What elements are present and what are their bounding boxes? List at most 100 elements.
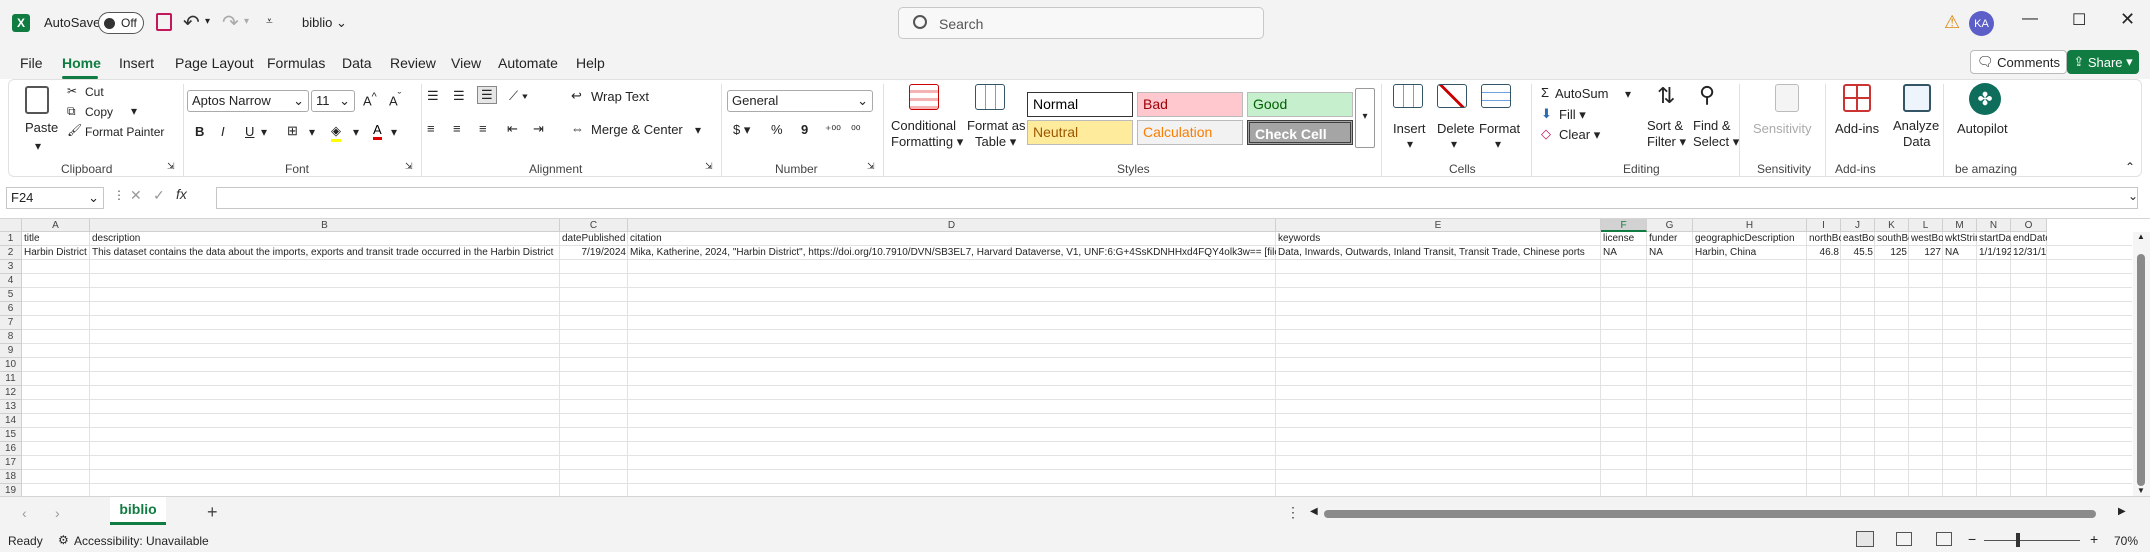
sheet-tab-biblio[interactable]: biblio (110, 497, 166, 525)
currency-icon[interactable]: $ ▾ (733, 122, 750, 138)
collapse-ribbon-icon[interactable]: ⌃ (2125, 160, 2135, 174)
column-header-e[interactable]: E (1276, 219, 1601, 232)
delete-cells-button[interactable]: Delete (1437, 121, 1475, 136)
tab-review[interactable]: Review (390, 55, 436, 71)
sort-filter-label-1[interactable]: Sort & (1647, 118, 1683, 133)
style-neutral[interactable]: Neutral (1027, 120, 1133, 145)
header-cell-e[interactable]: keywords (1276, 232, 1601, 245)
add-ins-icon[interactable] (1843, 84, 1871, 112)
data-cell-d[interactable]: Mika, Katherine, 2024, "Harbin District"… (628, 246, 1276, 259)
format-as-table-label-2[interactable]: Table ▾ (975, 134, 1016, 150)
name-box[interactable]: F24 ⌄ (6, 187, 104, 209)
insert-cells-icon[interactable] (1393, 84, 1423, 108)
redo-dropdown-icon[interactable]: ▾ (244, 16, 249, 27)
header-cell-f[interactable]: license (1601, 232, 1647, 245)
more-icon[interactable]: ⋮ (113, 188, 125, 202)
borders-dropdown-icon[interactable]: ▾ (309, 125, 315, 139)
header-cell-a[interactable]: title (22, 232, 90, 245)
style-bad[interactable]: Bad (1137, 92, 1243, 117)
column-header-o[interactable]: O (2011, 219, 2047, 232)
format-as-table-icon[interactable] (975, 84, 1005, 110)
header-cell-b[interactable]: description (90, 232, 560, 245)
comments-button[interactable]: 🗨 Comments (1970, 50, 2067, 74)
format-cells-button[interactable]: Format (1479, 121, 1520, 136)
expand-formula-bar-icon[interactable]: ⌄ (2128, 189, 2138, 203)
undo-dropdown-icon[interactable]: ▾ (205, 16, 210, 27)
header-cell-d[interactable]: citation (628, 232, 1276, 245)
row-header-10[interactable]: 10 (0, 358, 22, 372)
document-title[interactable]: biblio ⌄ (302, 15, 347, 31)
delete-cells-icon[interactable] (1437, 84, 1467, 108)
data-cell-n[interactable]: 1/1/1922 (1977, 246, 2011, 259)
horizontal-scroll-thumb[interactable] (1324, 510, 2096, 518)
formula-input[interactable] (216, 187, 2138, 209)
fill-color-icon[interactable]: ◈ (331, 123, 341, 142)
insert-cells-button[interactable]: Insert (1393, 121, 1426, 136)
increase-decimal-icon[interactable]: ⁺⁰⁰ (825, 123, 841, 137)
data-cell-k[interactable]: 125 (1875, 246, 1909, 259)
next-sheet-icon[interactable]: › (55, 505, 60, 521)
spreadsheet-grid[interactable]: ABCDEFGHIJKLMNO 1 2 3 4 5 6 7 8 9 10 11 12 13 14 15 16 1… (0, 219, 2150, 496)
data-cell-j[interactable]: 45.5 (1841, 246, 1875, 259)
tab-home[interactable]: Home (62, 55, 101, 71)
wrap-text-button[interactable]: Wrap Text (591, 89, 649, 104)
row-header-6[interactable]: 6 (0, 302, 22, 316)
row-header-13[interactable]: 13 (0, 400, 22, 414)
orientation-icon[interactable]: ⟋ ▾ (509, 88, 528, 104)
merge-center-button[interactable]: Merge & Center (591, 122, 683, 137)
minimize-icon[interactable]: — (2022, 10, 2038, 28)
analyze-data-label-1[interactable]: Analyze (1893, 118, 1939, 133)
decrease-indent-icon[interactable]: ⇤ (507, 121, 518, 137)
column-header-k[interactable]: K (1875, 219, 1909, 232)
autopilot-icon[interactable]: ✤ (1969, 83, 2001, 115)
increase-indent-icon[interactable]: ⇥ (533, 121, 544, 137)
row-header-2[interactable]: 2 (0, 246, 22, 260)
column-header-j[interactable]: J (1841, 219, 1875, 232)
header-cell-k[interactable]: southBoundLatitude (1875, 232, 1909, 245)
italic-button[interactable]: I (221, 124, 225, 139)
find-select-icon[interactable]: ⚲ (1699, 82, 1715, 108)
row-header-18[interactable]: 18 (0, 470, 22, 484)
column-header-c[interactable]: C (560, 219, 628, 232)
vertical-scrollbar[interactable]: ▲ ▼ (2133, 232, 2150, 496)
align-center-icon[interactable]: ≡ (453, 121, 461, 136)
autosum-dropdown-icon[interactable]: ▾ (1625, 87, 1631, 101)
align-bottom-icon[interactable]: ☰ (477, 86, 497, 104)
row-header-5[interactable]: 5 (0, 288, 22, 302)
row-header-11[interactable]: 11 (0, 372, 22, 386)
clear-button[interactable]: Clear ▾ (1559, 127, 1600, 143)
data-cell-e[interactable]: Data, Inwards, Outwards, Inland Transit,… (1276, 246, 1601, 259)
tab-file[interactable]: File (20, 55, 43, 71)
header-cell-h[interactable]: geographicDescription (1693, 232, 1807, 245)
row-header-7[interactable]: 7 (0, 316, 22, 330)
data-cell-a[interactable]: Harbin District (22, 246, 90, 259)
find-select-label-1[interactable]: Find & (1693, 118, 1731, 133)
copy-button[interactable]: Copy (85, 105, 113, 119)
tab-formulas[interactable]: Formulas (267, 55, 325, 71)
data-cell-b[interactable]: This dataset contains the data about the… (90, 246, 560, 259)
header-cell-i[interactable]: northBoundLatitude (1807, 232, 1841, 245)
header-cell-l[interactable]: westBoundLongitude (1909, 232, 1943, 245)
conditional-formatting-label-1[interactable]: Conditional (891, 118, 956, 133)
row-header-4[interactable]: 4 (0, 274, 22, 288)
style-check-cell[interactable]: Check Cell (1247, 120, 1353, 145)
format-cells-icon[interactable] (1481, 84, 1511, 108)
row-header-19[interactable]: 19 (0, 484, 22, 496)
scroll-right-icon[interactable]: ▶ (2118, 506, 2126, 517)
row-header-16[interactable]: 16 (0, 442, 22, 456)
bold-button[interactable]: B (195, 124, 204, 139)
align-middle-icon[interactable]: ☰ (453, 88, 465, 104)
header-cell-m[interactable]: wktString (1943, 232, 1977, 245)
autosum-button[interactable]: AutoSum (1555, 86, 1608, 101)
column-header-n[interactable]: N (1977, 219, 2011, 232)
tab-data[interactable]: Data (342, 55, 372, 71)
insert-function-icon[interactable]: fx (176, 186, 187, 202)
style-normal[interactable]: Normal (1027, 92, 1133, 117)
column-header-g[interactable]: G (1647, 219, 1693, 232)
vertical-scroll-thumb[interactable] (2137, 254, 2145, 486)
column-header-d[interactable]: D (628, 219, 1276, 232)
increase-font-icon[interactable]: A^ (363, 91, 377, 108)
tab-view[interactable]: View (451, 55, 481, 71)
zoom-out-icon[interactable]: − (1968, 531, 1976, 547)
header-cell-o[interactable]: endDate (2011, 232, 2047, 245)
